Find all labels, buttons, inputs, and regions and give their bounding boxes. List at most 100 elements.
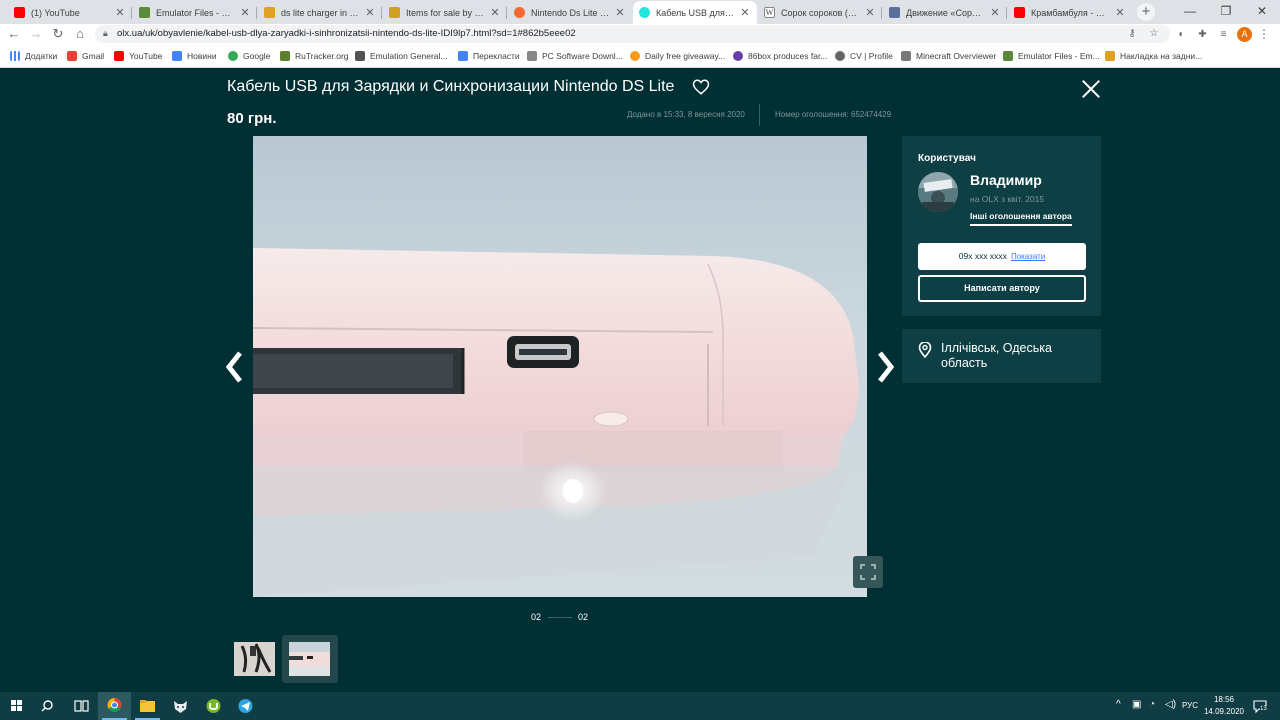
reading-list-icon[interactable]: ≡ xyxy=(1216,27,1231,42)
restore-icon[interactable]: ❐ xyxy=(1208,0,1244,24)
location-pin-icon xyxy=(918,342,932,358)
listing-price: 80 грн. xyxy=(227,110,277,127)
browser-toolbar: ← → ↻ ⌂ 🔒︎ olx.ua/uk/obyavlenie/kabel-us… xyxy=(0,24,1280,44)
volume-icon[interactable]: ◁) xyxy=(1165,699,1176,710)
system-clock[interactable]: 18:56 14.09.2020 xyxy=(1200,694,1248,718)
bookmark-label: PC Software Downl... xyxy=(542,51,623,61)
listing-main-photo[interactable] xyxy=(253,136,867,597)
close-window-icon[interactable]: ✕ xyxy=(1244,0,1280,24)
taskbar-app-fox-icon[interactable] xyxy=(164,692,197,720)
show-hidden-icons-icon[interactable]: ^ xyxy=(1116,699,1121,710)
tab-close-icon[interactable]: ✕ xyxy=(489,6,501,19)
tab-active-olx-listing[interactable]: Кабель USB для Заряд ✕ xyxy=(633,1,757,24)
bookmark-google[interactable]: Google xyxy=(228,49,270,63)
tab-close-icon[interactable]: ✕ xyxy=(239,6,251,19)
new-tab-button[interactable]: + xyxy=(1137,3,1155,21)
site-favicon-icon xyxy=(514,7,525,18)
extension-icon[interactable]: ◐ xyxy=(1174,27,1189,42)
photo-total: 02 xyxy=(578,612,589,622)
bookmark-emulator-files[interactable]: Emulator Files - Em... xyxy=(1003,49,1100,63)
tab-close-icon[interactable]: ✕ xyxy=(614,6,626,19)
site-favicon-icon xyxy=(527,51,537,61)
seller-card: Користувач Владимир на OLX з квіт. 2015 … xyxy=(902,136,1101,316)
address-bar[interactable]: 🔒︎ olx.ua/uk/obyavlenie/kabel-usb-dlya-z… xyxy=(95,25,1170,43)
bookmark-daily-giveaway[interactable]: Daily free giveaway... xyxy=(630,49,725,63)
key-icon[interactable]: ⚷ xyxy=(1125,27,1139,41)
bookmark-cv-profile[interactable]: CV | Profile xyxy=(835,49,893,63)
location-text: Іллічівськ, Одеська область xyxy=(941,341,1052,370)
tab-emulator-files[interactable]: Emulator Files - Emulat ✕ xyxy=(133,1,257,24)
tab-items-for-sale[interactable]: Items for sale by icesm ✕ xyxy=(383,1,507,24)
fullscreen-button[interactable] xyxy=(853,556,883,588)
bookmark-gmail[interactable]: Gmail xyxy=(67,49,104,63)
tab-ds-lite-charger[interactable]: ds lite charger in Video ✕ xyxy=(258,1,382,24)
tab-youtube[interactable]: (1) YouTube ✕ xyxy=(8,1,132,24)
show-phone-link[interactable]: Показати xyxy=(1011,252,1045,261)
bookmark-news[interactable]: Новини xyxy=(172,49,217,63)
tab-dvizhenie[interactable]: Движение «Сорок му ✕ xyxy=(883,1,1007,24)
tab-nintendo-ds-lite[interactable]: Nintendo Ds Lite Заряд ✕ xyxy=(508,1,632,24)
photo-thumbnail-1[interactable] xyxy=(234,642,275,676)
notification-center-button[interactable]: 13 xyxy=(1252,698,1268,714)
bookmark-label: Emulator Files - Em... xyxy=(1018,51,1100,61)
bookmark-translate[interactable]: Перекласти xyxy=(458,49,520,63)
taskbar-utorrent-icon[interactable] xyxy=(197,692,230,720)
folder-icon xyxy=(140,700,155,712)
bookmark-label: Google xyxy=(243,51,271,61)
tab-wikipedia[interactable]: W Сорок сороков (движ ✕ xyxy=(758,1,882,24)
bookmark-pc-software[interactable]: PC Software Downl... xyxy=(527,49,623,63)
tab-title: Кабель USB для Заряд xyxy=(656,7,735,18)
phone-number-masked: 09x xxx xxxx xyxy=(958,251,1007,261)
bookmark-label: Перекласти xyxy=(473,51,520,61)
write-to-author-button[interactable]: Написати автору xyxy=(918,275,1086,302)
close-gallery-icon[interactable] xyxy=(1080,78,1102,100)
tab-close-icon[interactable]: ✕ xyxy=(864,6,876,19)
bookmark-nakladka[interactable]: Накладка на задни... xyxy=(1105,49,1202,63)
bookmark-label: YouTube xyxy=(129,51,163,61)
other-ads-link[interactable]: Інші оголошення автора xyxy=(970,211,1072,226)
language-indicator[interactable]: РУС xyxy=(1182,701,1198,710)
tab-close-icon[interactable]: ✕ xyxy=(364,6,376,19)
tab-close-icon[interactable]: ✕ xyxy=(1114,6,1126,19)
tab-close-icon[interactable]: ✕ xyxy=(114,6,126,19)
site-favicon-icon xyxy=(389,7,400,18)
tab-krambambulya[interactable]: Крамбамбуля - Парты ✕ xyxy=(1008,1,1132,24)
home-icon[interactable]: ⌂ xyxy=(71,25,89,43)
minimize-icon[interactable]: — xyxy=(1172,0,1208,24)
star-bookmark-icon[interactable]: ☆ xyxy=(1147,27,1161,41)
tab-close-icon[interactable]: ✕ xyxy=(739,6,751,19)
location-card: Іллічівськ, Одеська область xyxy=(902,329,1101,383)
bookmark-label: Gmail xyxy=(82,51,105,61)
bookmark-emulation-general[interactable]: Emulation General... xyxy=(355,49,447,63)
seller-avatar[interactable] xyxy=(918,172,958,212)
heart-favorite-icon[interactable] xyxy=(692,78,710,96)
network-icon[interactable]: ◔ xyxy=(1149,699,1155,710)
task-view-icon[interactable] xyxy=(65,692,98,720)
reload-icon[interactable]: ↻ xyxy=(49,25,67,43)
onedrive-tray-icon[interactable]: ▣ xyxy=(1132,699,1141,710)
taskbar-file-explorer[interactable] xyxy=(131,692,164,720)
photo-thumbnail-2[interactable] xyxy=(289,642,330,676)
windows-start-icon[interactable] xyxy=(0,692,33,720)
bookmark-apps[interactable]: Додатки xyxy=(10,49,57,63)
previous-photo-arrow-icon[interactable] xyxy=(226,351,242,383)
profile-avatar[interactable]: A xyxy=(1237,27,1252,42)
bookmark-86box[interactable]: 86box produces far... xyxy=(733,49,827,63)
search-icon[interactable] xyxy=(33,692,66,720)
next-photo-arrow-icon[interactable] xyxy=(878,351,894,383)
browser-menu-icon[interactable]: ⋮ xyxy=(1258,27,1270,42)
tab-title: Emulator Files - Emulat xyxy=(156,7,235,18)
bookmark-rutracker[interactable]: RuTracker.org xyxy=(280,49,349,63)
phone-button[interactable]: 09x xxx xxxx Показати xyxy=(918,243,1086,270)
site-favicon-icon xyxy=(139,7,150,18)
forward-arrow-icon[interactable]: → xyxy=(27,25,45,43)
bookmark-minecraft-overviewer[interactable]: Minecraft Overviewer xyxy=(901,49,996,63)
puzzle-extensions-icon[interactable]: ✚ xyxy=(1195,27,1210,42)
bookmark-youtube[interactable]: YouTube xyxy=(114,49,162,63)
taskbar-chrome[interactable] xyxy=(98,692,131,720)
clock-date: 14.09.2020 xyxy=(1203,707,1245,716)
tab-close-icon[interactable]: ✕ xyxy=(989,6,1001,19)
back-arrow-icon[interactable]: ← xyxy=(5,25,23,43)
taskbar-telegram-icon[interactable] xyxy=(229,692,262,720)
listing-gallery-overlay: Кабель USB для Зарядки и Синхронизации N… xyxy=(0,68,1280,692)
